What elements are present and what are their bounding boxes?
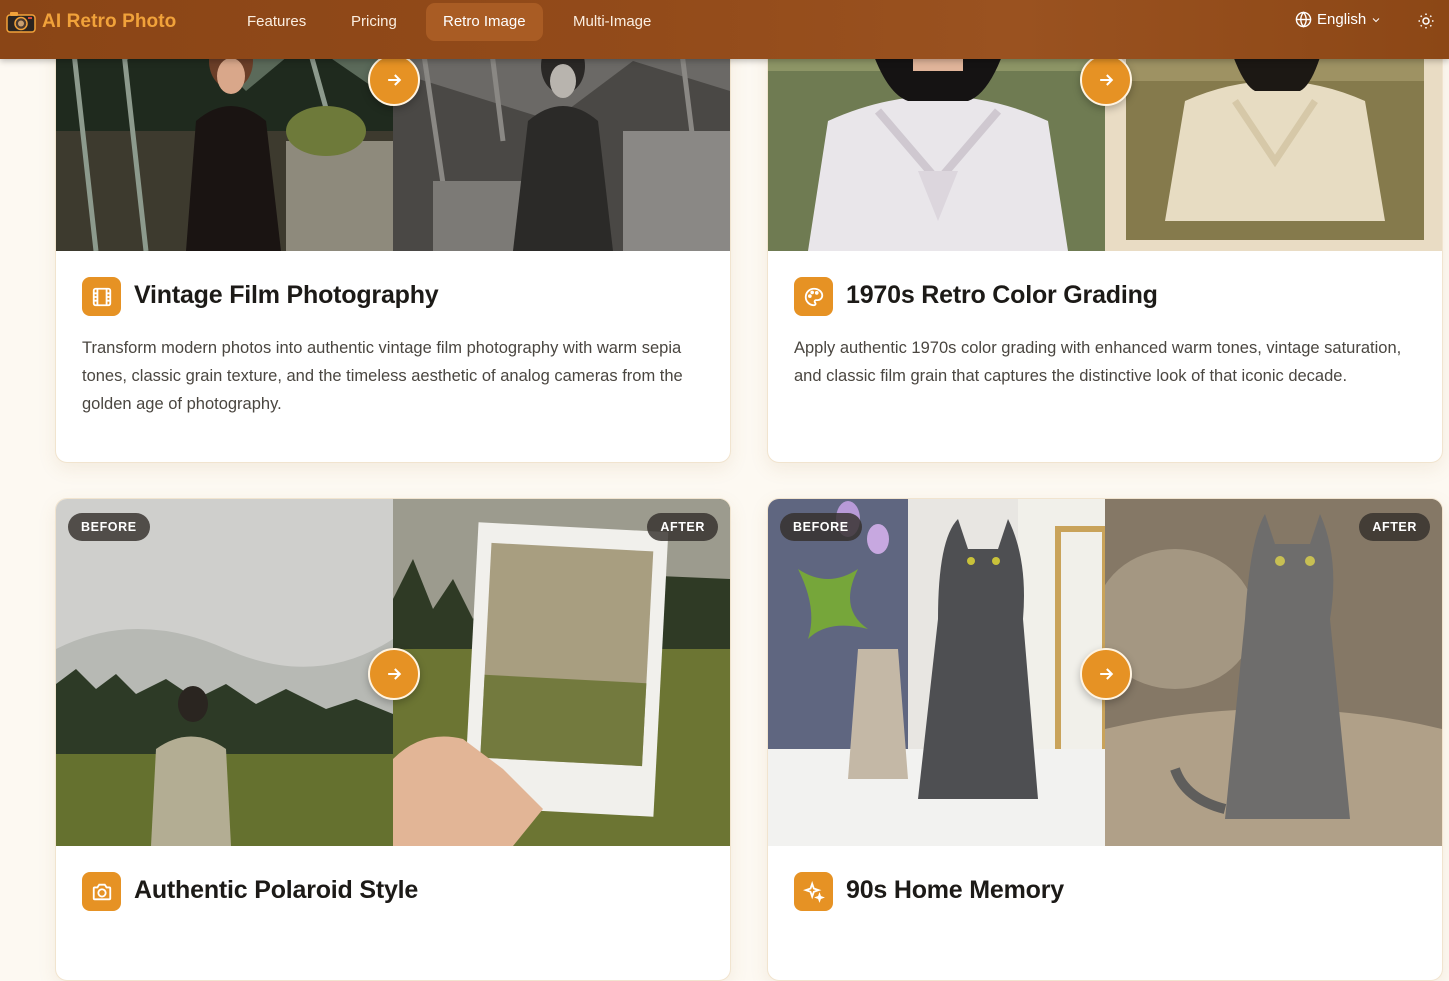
feature-card-1970s-color: 1970s Retro Color Grading Apply authenti…	[767, 0, 1443, 463]
card-description: Apply authentic 1970s color grading with…	[794, 339, 1402, 385]
after-badge: AFTER	[1359, 513, 1430, 541]
nav-multi-image[interactable]: Multi-Image	[556, 3, 668, 41]
language-selector[interactable]: English	[1295, 11, 1387, 28]
arrow-right-icon	[388, 74, 402, 86]
compare-arrow-button[interactable]	[1080, 648, 1132, 700]
compare-arrow-button[interactable]	[368, 54, 420, 106]
before-image	[56, 499, 393, 846]
nav-retro-image[interactable]: Retro Image	[426, 3, 543, 41]
card-title: 1970s Retro Color Grading	[846, 281, 1158, 309]
card-body: Authentic Polaroid Style	[56, 846, 730, 980]
card-body: Vintage Film Photography Transform moder…	[56, 251, 730, 462]
card-title: Authentic Polaroid Style	[134, 876, 419, 904]
feature-card-90s-home: BEFORE AFTER 90s Home Memory	[767, 498, 1443, 981]
card-body: 1970s Retro Color Grading Apply authenti…	[768, 251, 1442, 462]
before-image	[768, 499, 1105, 846]
brand-logo[interactable]: AI Retro Photo	[6, 10, 176, 34]
card-body: 90s Home Memory	[768, 846, 1442, 980]
globe-icon	[1295, 11, 1312, 28]
nav-features[interactable]: Features	[230, 3, 323, 41]
before-badge: BEFORE	[780, 513, 862, 541]
before-after-comparison[interactable]: BEFORE AFTER	[56, 499, 730, 846]
arrow-right-icon	[1100, 74, 1114, 86]
top-navbar: AI Retro Photo Features Pricing Retro Im…	[0, 0, 1449, 59]
language-label: English	[1317, 11, 1367, 28]
after-image	[393, 499, 730, 846]
before-after-comparison[interactable]: BEFORE AFTER	[768, 499, 1442, 846]
sun-icon	[1418, 13, 1434, 29]
chevron-down-icon	[1372, 17, 1380, 22]
brand-name: AI Retro Photo	[42, 11, 177, 32]
after-badge: AFTER	[647, 513, 718, 541]
camera-small-icon	[82, 872, 121, 911]
arrow-right-icon	[1100, 668, 1114, 680]
theme-toggle-button[interactable]	[1417, 12, 1435, 35]
after-image	[1105, 499, 1442, 846]
feature-card-vintage-film: Vintage Film Photography Transform moder…	[55, 0, 731, 463]
before-badge: BEFORE	[68, 513, 150, 541]
card-title: 90s Home Memory	[846, 876, 1064, 904]
card-description: Transform modern photos into authentic v…	[82, 339, 683, 413]
palette-icon	[794, 277, 833, 316]
camera-icon	[6, 12, 36, 33]
nav-pricing[interactable]: Pricing	[334, 3, 414, 41]
compare-arrow-button[interactable]	[1080, 54, 1132, 106]
compare-arrow-button[interactable]	[368, 648, 420, 700]
sparkles-icon	[794, 872, 833, 911]
film-icon	[82, 277, 121, 316]
arrow-right-icon	[388, 668, 402, 680]
card-title: Vintage Film Photography	[134, 281, 439, 309]
feature-card-polaroid: BEFORE AFTER Authentic Polaroid Style	[55, 498, 731, 981]
